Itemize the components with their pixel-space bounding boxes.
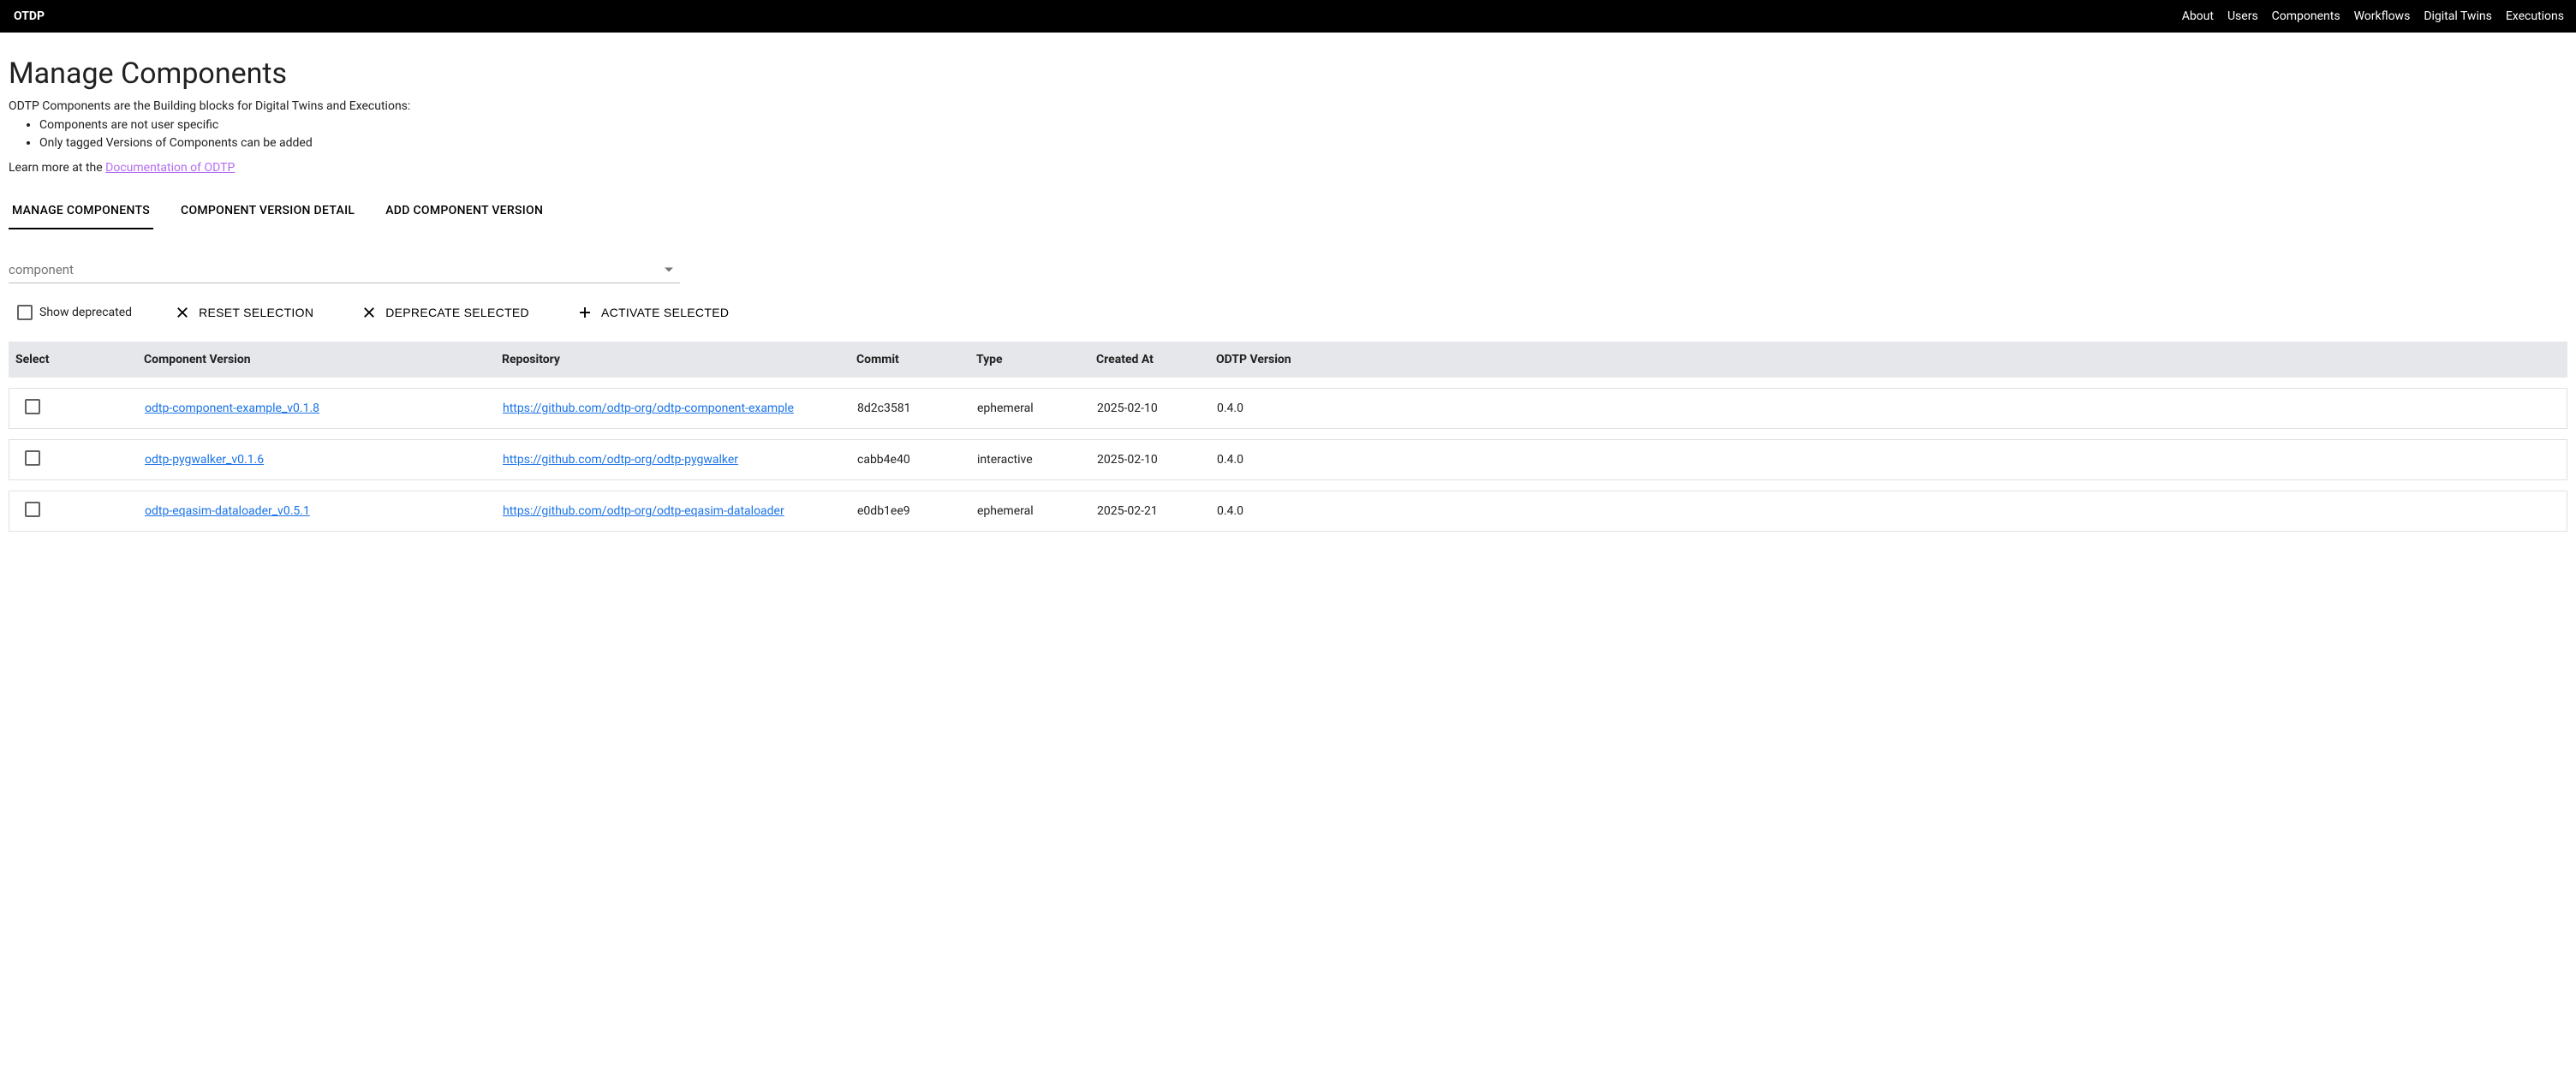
tab-component-version-detail[interactable]: COMPONENT VERSION DETAIL	[177, 195, 358, 229]
component-select-placeholder: component	[9, 262, 74, 277]
actions-row: Show deprecated RESET SELECTION DEPRECAT…	[9, 304, 2567, 321]
intro-list: Components are not user specific Only ta…	[9, 116, 2567, 152]
learn-more-prefix: Learn more at the	[9, 161, 105, 175]
component-version-link[interactable]: odtp-component-example_v0.1.8	[145, 402, 319, 415]
row-checkbox[interactable]	[25, 502, 40, 517]
show-deprecated-label: Show deprecated	[39, 306, 132, 319]
component-version-link[interactable]: odtp-eqasim-dataloader_v0.5.1	[145, 504, 310, 518]
odtp-cell: 0.4.0	[1210, 402, 2567, 415]
deprecate-selected-button[interactable]: DEPRECATE SELECTED	[356, 304, 534, 321]
app-header: OTDP About Users Components Workflows Di…	[0, 0, 2576, 33]
nav-digital-twins[interactable]: Digital Twins	[2424, 9, 2492, 23]
page-content: Manage Components ODTP Components are th…	[0, 33, 2576, 532]
repository-link[interactable]: https://github.com/odtp-org/odtp-compone…	[503, 402, 794, 415]
header-version: Component Version	[137, 353, 495, 366]
close-icon	[361, 305, 377, 320]
header-select: Select	[9, 353, 137, 366]
table-row: odtp-eqasim-dataloader_v0.5.1 https://gi…	[9, 491, 2567, 532]
table-header: Select Component Version Repository Comm…	[9, 342, 2567, 378]
nav-users[interactable]: Users	[2227, 9, 2258, 23]
intro-text: ODTP Components are the Building blocks …	[9, 99, 2567, 113]
page-title: Manage Components	[9, 57, 2567, 91]
tab-manage-components[interactable]: MANAGE COMPONENTS	[9, 195, 153, 229]
header-repo: Repository	[495, 353, 850, 366]
repository-link[interactable]: https://github.com/odtp-org/odtp-eqasim-…	[503, 504, 784, 518]
header-commit: Commit	[850, 353, 969, 366]
documentation-link[interactable]: Documentation of ODTP	[105, 161, 235, 175]
activate-selected-label: ACTIVATE SELECTED	[601, 306, 729, 319]
component-select[interactable]: component	[9, 257, 680, 283]
commit-cell: e0db1ee9	[850, 504, 970, 518]
header-odtp: ODTP Version	[1209, 353, 2567, 366]
nav-components[interactable]: Components	[2272, 9, 2340, 23]
type-cell: ephemeral	[970, 504, 1090, 518]
activate-selected-button[interactable]: ACTIVATE SELECTED	[572, 304, 734, 321]
intro-bullet: Components are not user specific	[39, 116, 2567, 134]
row-checkbox[interactable]	[25, 450, 40, 466]
component-version-link[interactable]: odtp-pygwalker_v0.1.6	[145, 453, 264, 467]
chevron-down-icon	[665, 268, 673, 272]
checkbox-icon	[17, 305, 33, 320]
row-checkbox[interactable]	[25, 399, 40, 414]
tab-add-component-version[interactable]: ADD COMPONENT VERSION	[382, 195, 546, 229]
filter-row: component	[9, 257, 680, 283]
odtp-cell: 0.4.0	[1210, 453, 2567, 467]
commit-cell: cabb4e40	[850, 453, 970, 467]
created-cell: 2025-02-21	[1090, 504, 1210, 518]
tabs: MANAGE COMPONENTS COMPONENT VERSION DETA…	[9, 195, 2567, 229]
repository-link[interactable]: https://github.com/odtp-org/odtp-pygwalk…	[503, 453, 738, 467]
components-table: Select Component Version Repository Comm…	[9, 342, 2567, 532]
header-type: Type	[969, 353, 1089, 366]
reset-selection-label: RESET SELECTION	[199, 306, 313, 319]
reset-selection-button[interactable]: RESET SELECTION	[170, 304, 319, 321]
header-created: Created At	[1089, 353, 1209, 366]
intro-bullet: Only tagged Versions of Components can b…	[39, 134, 2567, 152]
plus-icon	[577, 305, 593, 320]
nav-workflows[interactable]: Workflows	[2354, 9, 2411, 23]
created-cell: 2025-02-10	[1090, 453, 1210, 467]
created-cell: 2025-02-10	[1090, 402, 1210, 415]
type-cell: interactive	[970, 453, 1090, 467]
type-cell: ephemeral	[970, 402, 1090, 415]
nav-executions[interactable]: Executions	[2506, 9, 2564, 23]
commit-cell: 8d2c3581	[850, 402, 970, 415]
show-deprecated-toggle[interactable]: Show deprecated	[17, 305, 132, 320]
close-icon	[175, 305, 190, 320]
odtp-cell: 0.4.0	[1210, 504, 2567, 518]
table-row: odtp-pygwalker_v0.1.6 https://github.com…	[9, 439, 2567, 480]
learn-more: Learn more at the Documentation of ODTP	[9, 161, 2567, 175]
top-nav: About Users Components Workflows Digital…	[2182, 9, 2567, 23]
brand[interactable]: OTDP	[9, 9, 45, 23]
nav-about[interactable]: About	[2182, 9, 2214, 23]
table-row: odtp-component-example_v0.1.8 https://gi…	[9, 388, 2567, 429]
deprecate-selected-label: DEPRECATE SELECTED	[385, 306, 529, 319]
